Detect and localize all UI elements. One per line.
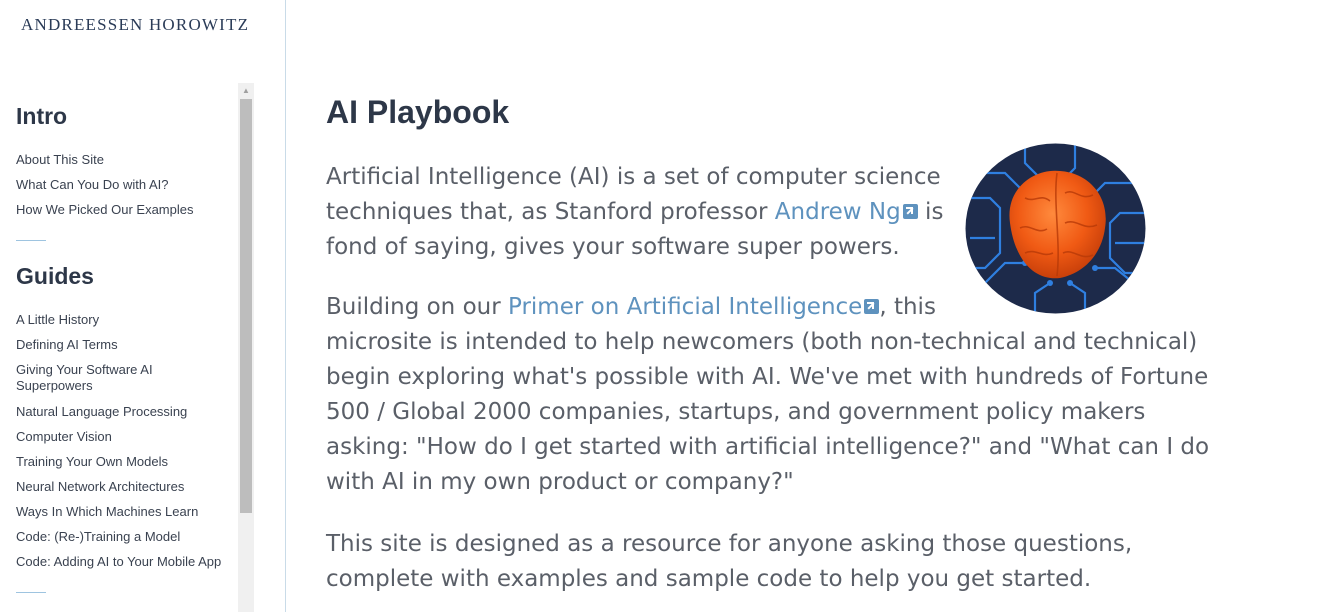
text-line: 500 / Global 2000 companies, startups, a… (326, 399, 1146, 425)
andrew-ng-link[interactable]: Andrew Ng (775, 199, 918, 225)
scrollbar-thumb[interactable] (240, 99, 252, 513)
nav-item-history[interactable]: A Little History (16, 312, 238, 328)
link-text[interactable]: Andrew Ng (775, 199, 901, 225)
nav-item-ways-machines-learn[interactable]: Ways In Which Machines Learn (16, 504, 238, 520)
text-line: fond of saying, gives your software supe… (326, 234, 900, 260)
primer-link[interactable]: Primer on Artificial Intelligence (508, 294, 880, 320)
brain-circuit-image (965, 143, 1146, 314)
text-span: techniques that, as Stanford professor (326, 199, 775, 225)
nav-item-code-mobile[interactable]: Code: Adding AI to Your Mobile App (16, 554, 238, 570)
link-text[interactable]: Primer on Artificial Intelligence (508, 294, 862, 320)
text-line: complete with examples and sample code t… (326, 566, 1092, 592)
text-span: , this (879, 294, 936, 320)
external-link-icon (864, 299, 880, 314)
nav-item-training-models[interactable]: Training Your Own Models (16, 454, 238, 470)
nav-item-nlp[interactable]: Natural Language Processing (16, 404, 238, 420)
resource-paragraph: This site is designed as a resource for … (326, 527, 1132, 597)
sidebar-scrollbar[interactable]: ▲ (238, 83, 254, 612)
nav-heading-guides: Guides (16, 263, 94, 289)
scroll-up-arrow-icon[interactable]: ▲ (238, 83, 254, 99)
text-line: microsite is intended to help newcomers … (326, 329, 1198, 355)
nav-heading-intro: Intro (16, 103, 68, 129)
nav-item-about[interactable]: About This Site (16, 152, 238, 168)
site-logo[interactable]: ANDREESSEN HOROWITZ (21, 15, 249, 35)
page-title: AI Playbook (326, 94, 510, 130)
nav-item-superpowers[interactable]: Giving Your Software AI Superpowers (16, 362, 176, 394)
external-link-icon (902, 204, 918, 219)
text-line: asking: "How do I get started with artif… (326, 434, 1210, 460)
nav-item-what-can-you-do[interactable]: What Can You Do with AI? (16, 177, 238, 193)
text-line: with AI in my own product or company?" (326, 469, 794, 495)
text-span: Building on our (326, 294, 508, 320)
nav-item-code-retraining[interactable]: Code: (Re-)Training a Model (16, 529, 238, 545)
sidebar: ANDREESSEN HOROWITZ Intro About This Sit… (0, 0, 286, 612)
text-line: techniques that, as Stanford professor A… (326, 195, 943, 230)
nav-divider (16, 240, 46, 241)
text-line: This site is designed as a resource for … (326, 531, 1133, 557)
nav-item-defining-terms[interactable]: Defining AI Terms (16, 337, 238, 353)
nav-divider (16, 592, 46, 593)
primer-paragraph: Building on our Primer on Artificial Int… (326, 290, 1209, 500)
text-line: Artificial Intelligence (AI) is a set of… (326, 164, 941, 190)
nav-item-how-we-picked[interactable]: How We Picked Our Examples (16, 202, 238, 218)
text-span: is (917, 199, 944, 225)
nav-item-nn-architectures[interactable]: Neural Network Architectures (16, 479, 238, 495)
main-content: AI Playbook Artificial Intelligence (AI)… (286, 0, 1336, 612)
intro-paragraph: Artificial Intelligence (AI) is a set of… (326, 160, 943, 265)
sidebar-nav: Intro About This Site What Can You Do wi… (0, 83, 238, 612)
nav-item-computer-vision[interactable]: Computer Vision (16, 429, 238, 445)
text-line: begin exploring what's possible with AI.… (326, 364, 1209, 390)
